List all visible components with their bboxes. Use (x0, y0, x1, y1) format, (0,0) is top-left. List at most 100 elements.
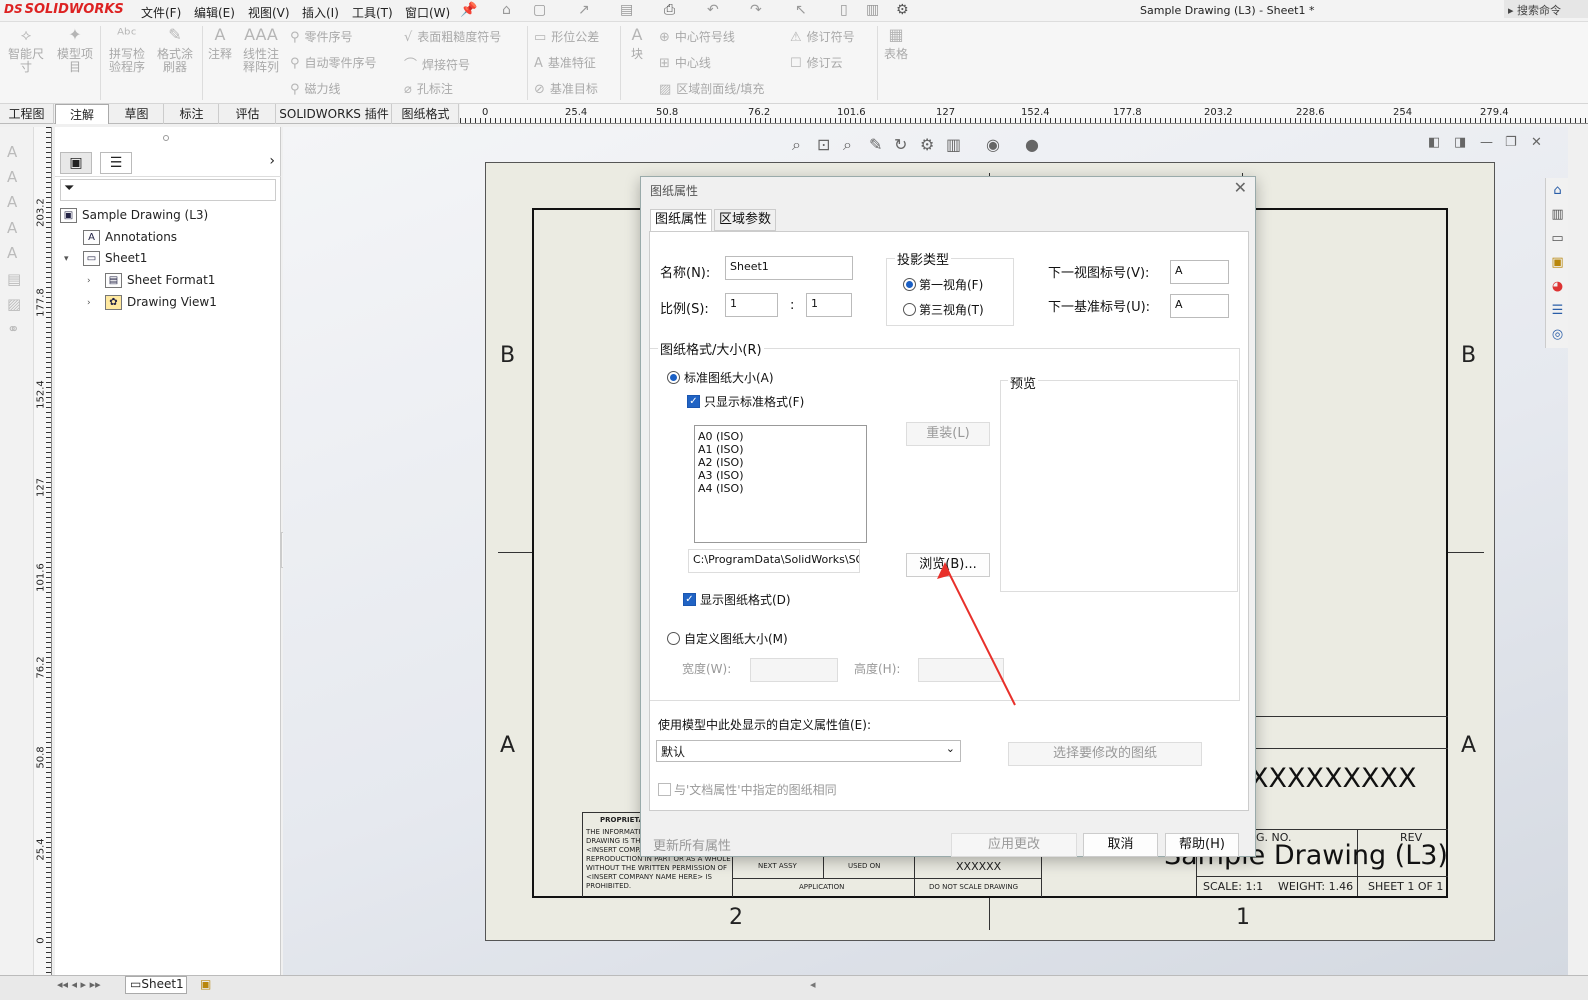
chevron-right-icon[interactable]: › (87, 298, 91, 308)
menu-edit[interactable]: 编辑(E) (194, 4, 235, 21)
weld-symbol-button[interactable]: ⌒ 焊接符号 (404, 54, 470, 73)
appearance-icon[interactable]: ● (1025, 135, 1039, 154)
apply-changes-button[interactable]: 应用更改 (951, 833, 1077, 857)
hole-callout-button[interactable]: ⌀ 孔标注 (404, 80, 453, 97)
tree-item-sheet-format1[interactable]: ▤ Sheet Format1 (105, 273, 215, 288)
design-library-icon[interactable]: ▥ (1549, 206, 1566, 223)
centerline-button[interactable]: ⊞ 中心线 (659, 54, 711, 71)
file-properties-icon[interactable]: ▥ (866, 2, 879, 18)
hatch-icon[interactable]: ▨ (7, 295, 21, 313)
list-item[interactable]: A0 (ISO) (695, 430, 866, 443)
feature-manager-tab[interactable]: ▣ (60, 152, 92, 174)
tree-item-sample-drawing[interactable]: ▣ Sample Drawing (L3) (60, 208, 208, 223)
tree-item-annotations[interactable]: A Annotations (83, 230, 177, 245)
search-commands[interactable]: ▸ 搜索命令 (1504, 0, 1588, 18)
rotate-icon[interactable]: ↻ (894, 135, 907, 154)
width-input[interactable] (750, 658, 838, 682)
cancel-button[interactable]: 取消 (1083, 833, 1158, 857)
tables-button[interactable]: ▦ 表格 (882, 27, 910, 61)
next-datum-label-input[interactable]: A (1170, 294, 1229, 318)
height-input[interactable] (918, 658, 1004, 682)
list-item[interactable]: A4 (ISO) (695, 482, 866, 495)
solidworks-resources-icon[interactable]: ◎ (1549, 326, 1566, 343)
blocks-button[interactable]: A块 (626, 27, 648, 61)
tab-sheet-properties[interactable]: 图纸属性 (650, 209, 713, 231)
link-icon[interactable]: ⚭ (7, 320, 20, 338)
tab-sketch[interactable]: 草图 (110, 104, 164, 124)
tab-markup[interactable]: 标注 (165, 104, 219, 124)
view-orientation-icon[interactable]: ▥ (946, 135, 961, 154)
restore-icon[interactable]: ❐ (1505, 135, 1517, 150)
model-items-button[interactable]: ✦ 模型项目 (55, 27, 95, 74)
surface-finish-button[interactable]: √ 表面粗糙度符号 (404, 28, 501, 45)
first-angle-radio[interactable] (903, 278, 916, 291)
show-format-checkbox[interactable]: ✓ (683, 593, 696, 606)
layer-icon[interactable]: ▤ (7, 270, 21, 288)
zoom-to-fit-icon[interactable]: ⌕ (792, 135, 801, 155)
sheet-format-path-input[interactable]: C:\ProgramData\SolidWorks\SOL (688, 549, 860, 573)
tree-item-sheet1[interactable]: ▭ Sheet1 (83, 251, 147, 266)
magnetic-line-button[interactable]: ⚲ 磁力线 (290, 80, 341, 97)
next-view-label-input[interactable]: A (1170, 260, 1229, 284)
tab-drawing[interactable]: 工程图 (0, 104, 54, 124)
save-icon[interactable]: ▤ (620, 2, 633, 18)
add-sheet-icon[interactable]: ▣ (200, 977, 211, 991)
browse-button[interactable]: 浏览(B)... (906, 553, 990, 577)
note-icon[interactable]: A (7, 193, 17, 211)
close-icon[interactable]: ✕ (1234, 178, 1247, 197)
sheet-name-input[interactable]: Sheet1 (725, 256, 853, 280)
list-item[interactable]: A3 (ISO) (695, 469, 866, 482)
tab-evaluate[interactable]: 评估 (220, 104, 276, 124)
area-hatch-button[interactable]: ▨ 区域剖面线/填充 (659, 80, 764, 97)
tile-right-icon[interactable]: ◨ (1454, 135, 1466, 150)
help-button[interactable]: 帮助(H) (1165, 833, 1239, 857)
view-palette-icon[interactable]: ▣ (1549, 254, 1566, 271)
pin-icon[interactable]: 📌 (460, 2, 477, 18)
property-manager-tab[interactable]: ☰ (100, 152, 132, 174)
linear-note-pattern-button[interactable]: AAA 线性注释阵列 (240, 27, 282, 74)
chevron-down-icon[interactable]: ▾ (64, 254, 69, 264)
auto-balloon-button[interactable]: ⚲ 自动零件序号 (290, 54, 377, 71)
reload-button[interactable]: 重装(L) (906, 422, 990, 446)
menu-view[interactable]: 视图(V) (248, 4, 290, 21)
sheet-tab[interactable]: ▭Sheet1 (125, 976, 187, 994)
geometric-tolerance-button[interactable]: ▭ 形位公差 (534, 28, 599, 45)
minimize-icon[interactable]: — (1480, 135, 1493, 150)
note-button[interactable]: A 注释 (205, 27, 235, 61)
tile-left-icon[interactable]: ◧ (1428, 135, 1440, 150)
custom-size-radio[interactable] (667, 632, 680, 645)
datum-target-button[interactable]: ⊘ 基准目标 (534, 80, 598, 97)
list-item[interactable]: A2 (ISO) (695, 456, 866, 469)
tree-filter-input[interactable]: ⏷ (60, 179, 276, 201)
same-as-document-checkbox[interactable] (658, 783, 671, 796)
custom-property-select[interactable]: 默认 ⌄ (656, 740, 961, 762)
zoom-to-area-icon[interactable]: ⊡ (817, 135, 830, 154)
spell-checker-button[interactable]: ᴬᵇᶜ 拼写检验程序 (106, 27, 148, 74)
update-all-properties-link[interactable]: 更新所有属性 (653, 835, 731, 854)
only-standard-checkbox[interactable]: ✓ (687, 395, 700, 408)
note-icon[interactable]: A (7, 168, 17, 186)
solidworks-logo[interactable]: DS SOLIDWORKS (4, 2, 124, 17)
rebuild-icon[interactable]: ▯ (840, 2, 848, 18)
third-angle-radio[interactable] (903, 303, 916, 316)
panel-handle[interactable] (163, 135, 169, 141)
tab-zone-parameters[interactable]: 区域参数 (714, 209, 777, 231)
menu-window[interactable]: 窗口(W) (405, 4, 450, 21)
paper-size-list[interactable]: A0 (ISO) A1 (ISO) A2 (ISO) A3 (ISO) A4 (… (694, 425, 867, 543)
menu-insert[interactable]: 插入(I) (302, 4, 339, 21)
sheet-nav-arrows[interactable]: ◂◂ ◂ ▸ ▸▸ (57, 978, 101, 991)
standard-size-radio[interactable] (667, 371, 680, 384)
note-icon[interactable]: A (7, 244, 17, 262)
open-icon[interactable]: ↗ (578, 2, 590, 18)
menu-file[interactable]: 文件(F) (141, 4, 181, 21)
hide-show-icon[interactable]: ◉ (986, 135, 1000, 154)
format-painter-button[interactable]: ✎ 格式涂刷器 (154, 27, 196, 74)
note-icon[interactable]: A (7, 219, 17, 237)
appearances-icon[interactable]: ◕ (1549, 278, 1566, 295)
home-icon[interactable]: ⌂ (1549, 182, 1566, 199)
file-explorer-icon[interactable]: ▭ (1549, 230, 1566, 247)
menu-tools[interactable]: 工具(T) (352, 4, 393, 21)
undo-icon[interactable]: ↶ (707, 2, 719, 18)
balloon-button[interactable]: ⚲ 零件序号 (290, 28, 353, 45)
chevron-right-icon[interactable]: › (269, 153, 275, 169)
